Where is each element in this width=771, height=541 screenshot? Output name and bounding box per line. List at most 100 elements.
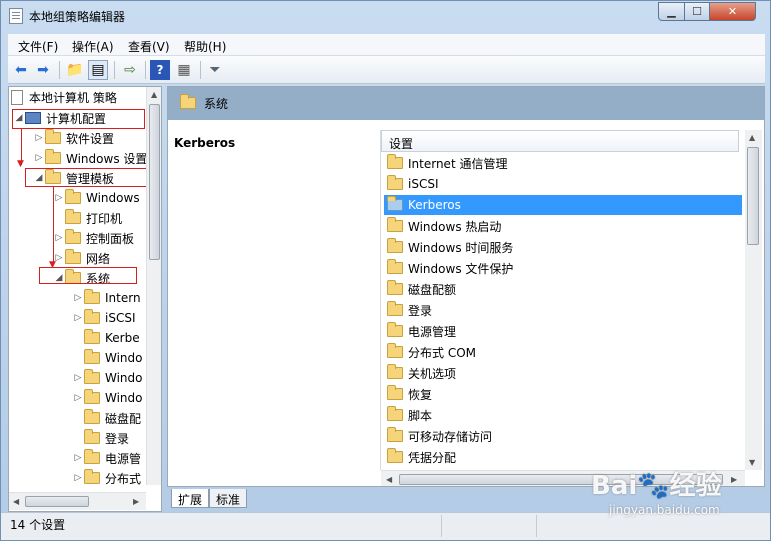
folder-icon (387, 175, 403, 190)
menu-view[interactable]: 查看(V) (128, 38, 170, 55)
collapsed-arrow-icon[interactable]: ▷ (72, 373, 84, 383)
list-item-label: Windows 文件保护 (408, 261, 514, 276)
list-item[interactable]: Windows 文件保护 (384, 258, 742, 278)
tree-node-admin-child[interactable]: ▷ Windows (53, 188, 140, 208)
menu-action[interactable]: 操作(A) (72, 38, 114, 55)
collapsed-arrow-icon[interactable]: ▷ (53, 233, 65, 243)
list-item[interactable]: 可移动存储访问 (384, 426, 742, 446)
folder-icon (180, 94, 196, 109)
tree-node-system-child[interactable]: ▷ iSCSI (72, 308, 136, 328)
tab-extended[interactable]: 扩展 (171, 489, 210, 508)
tree-node-system-child[interactable]: ▷ Windo (72, 368, 143, 388)
scroll-up-icon[interactable]: ▲ (749, 133, 755, 142)
list-vertical-scrollbar[interactable]: ▲ ▼ (745, 130, 762, 470)
show-hide-tree-icon[interactable]: ▤ (88, 60, 108, 80)
tree-node-system-child[interactable]: ▷ 电源管 (72, 448, 141, 468)
folder-icon (387, 154, 403, 169)
list-item[interactable]: 登录 (384, 300, 742, 320)
collapsed-arrow-icon[interactable]: ▷ (33, 133, 45, 143)
minimize-button[interactable]: ▁ (658, 2, 685, 21)
list-item-label: 恢复 (408, 387, 433, 402)
watermark-logo: Bai🐾经验 jingyan.baidu.com (591, 463, 769, 523)
tree-node-system-child[interactable]: Kerbe (72, 328, 140, 348)
scroll-left-icon[interactable]: ◀ (386, 475, 392, 484)
folder-icon (84, 289, 100, 304)
collapsed-arrow-icon[interactable]: ▷ (72, 473, 84, 483)
tree-pane[interactable]: 本地计算机 策略 ◢ 计算机配置 ▷ 软件设置 ▷ Windows 设置 ◢ 管… (8, 86, 162, 512)
list-item[interactable]: Windows 热启动 (384, 216, 742, 236)
tree-node-label: Windo (105, 391, 143, 405)
tree-node-root[interactable]: 本地计算机 策略 (11, 87, 117, 107)
column-header-settings[interactable]: 设置 (381, 130, 739, 152)
folder-icon (84, 409, 100, 424)
app-icon (9, 8, 23, 24)
collapsed-arrow-icon[interactable]: ▷ (33, 153, 45, 163)
tree-node-label: 本地计算机 策略 (29, 90, 117, 105)
tree-node-system-child[interactable]: ▷ Windo (72, 388, 143, 408)
tree-node-admin-child[interactable]: 打印机 (53, 208, 122, 228)
list-item-label: Windows 时间服务 (408, 240, 514, 255)
list-item[interactable]: iSCSI (384, 174, 742, 194)
list-item-label: 脚本 (408, 408, 433, 423)
watermark-brand: Bai🐾经验 (591, 471, 722, 501)
back-arrow-icon[interactable]: ⬅ (11, 60, 31, 80)
list-item[interactable]: 关机选项 (384, 363, 742, 383)
settings-list[interactable]: 设置 Internet 通信管理 iSCSI Kerberos Windows 热启动… (380, 130, 764, 486)
help-icon[interactable]: ? (150, 60, 170, 80)
collapsed-arrow-icon[interactable]: ▷ (72, 453, 84, 463)
list-item-label: 凭据分配 (408, 450, 457, 465)
tree-node-label: 分布式 (105, 471, 142, 486)
list-item[interactable]: Windows 时间服务 (384, 237, 742, 257)
scroll-up-icon[interactable]: ▲ (151, 90, 157, 99)
tree-node-windows-settings[interactable]: ▷ Windows 设置 (33, 148, 147, 168)
folder-icon (387, 301, 403, 316)
scroll-thumb[interactable] (149, 104, 160, 260)
scroll-thumb[interactable] (25, 496, 89, 507)
list-item[interactable]: 分布式 COM (384, 342, 742, 362)
filter-icon[interactable]: ⏷ (205, 60, 225, 80)
tree-node-admin-child[interactable]: ▷ 网络 (53, 248, 110, 268)
window-title: 本地组策略编辑器 (29, 10, 126, 24)
tree-node-system-child[interactable]: ▷ 分布式 (72, 468, 141, 488)
list-item-label: 可移动存储访问 (408, 429, 493, 444)
properties-icon[interactable]: ▦ (174, 60, 194, 80)
list-item[interactable]: Kerberos (384, 195, 742, 215)
tree-horizontal-scrollbar[interactable]: ◀ ▶ (9, 492, 146, 510)
list-item[interactable]: 恢复 (384, 384, 742, 404)
collapsed-arrow-icon[interactable]: ▷ (53, 193, 65, 203)
up-folder-icon[interactable]: 📁 (65, 60, 85, 80)
tree-node-system-child[interactable]: ▷ Intern (72, 288, 141, 308)
scroll-left-icon[interactable]: ◀ (13, 497, 19, 506)
collapsed-arrow-icon[interactable]: ▷ (72, 313, 84, 323)
scroll-thumb[interactable] (747, 147, 759, 245)
tree-node-label: 网络 (86, 251, 111, 266)
tree-node-system-child[interactable]: Windo (72, 348, 143, 368)
tree-node-label: Kerbe (105, 331, 140, 345)
collapsed-arrow-icon[interactable]: ▷ (72, 293, 84, 303)
list-item-label: 关机选项 (408, 366, 457, 381)
tree-node-label: Windo (105, 351, 143, 365)
tree-node-label: iSCSI (105, 311, 136, 325)
status-text: 14 个设置 (10, 518, 66, 532)
folder-icon (387, 427, 403, 442)
tree-node-software-settings[interactable]: ▷ 软件设置 (33, 128, 114, 148)
list-item[interactable]: 磁盘配额 (384, 279, 742, 299)
export-list-icon[interactable]: ⇨ (120, 60, 140, 80)
forward-arrow-icon[interactable]: ➡ (33, 60, 53, 80)
tree-node-system-child[interactable]: 登录 (72, 428, 129, 448)
list-item[interactable]: Internet 通信管理 (384, 153, 742, 173)
tree-node-system-child[interactable]: 磁盘配 (72, 408, 141, 428)
list-item[interactable]: 脚本 (384, 405, 742, 425)
scroll-right-icon[interactable]: ▶ (133, 497, 139, 506)
details-header: 系统 (168, 87, 764, 120)
menu-file[interactable]: 文件(F) (18, 38, 58, 55)
maximize-button[interactable]: ☐ (684, 2, 710, 21)
tree-node-admin-child[interactable]: ▷ 控制面板 (53, 228, 134, 248)
collapsed-arrow-icon[interactable]: ▷ (72, 393, 84, 403)
list-item[interactable]: 电源管理 (384, 321, 742, 341)
tab-standard[interactable]: 标准 (209, 489, 248, 508)
tree-node-label: 控制面板 (86, 231, 135, 246)
menu-help[interactable]: 帮助(H) (184, 38, 226, 55)
close-button[interactable]: ✕ (709, 2, 756, 21)
tree-vertical-scrollbar[interactable]: ▲ (146, 87, 161, 485)
